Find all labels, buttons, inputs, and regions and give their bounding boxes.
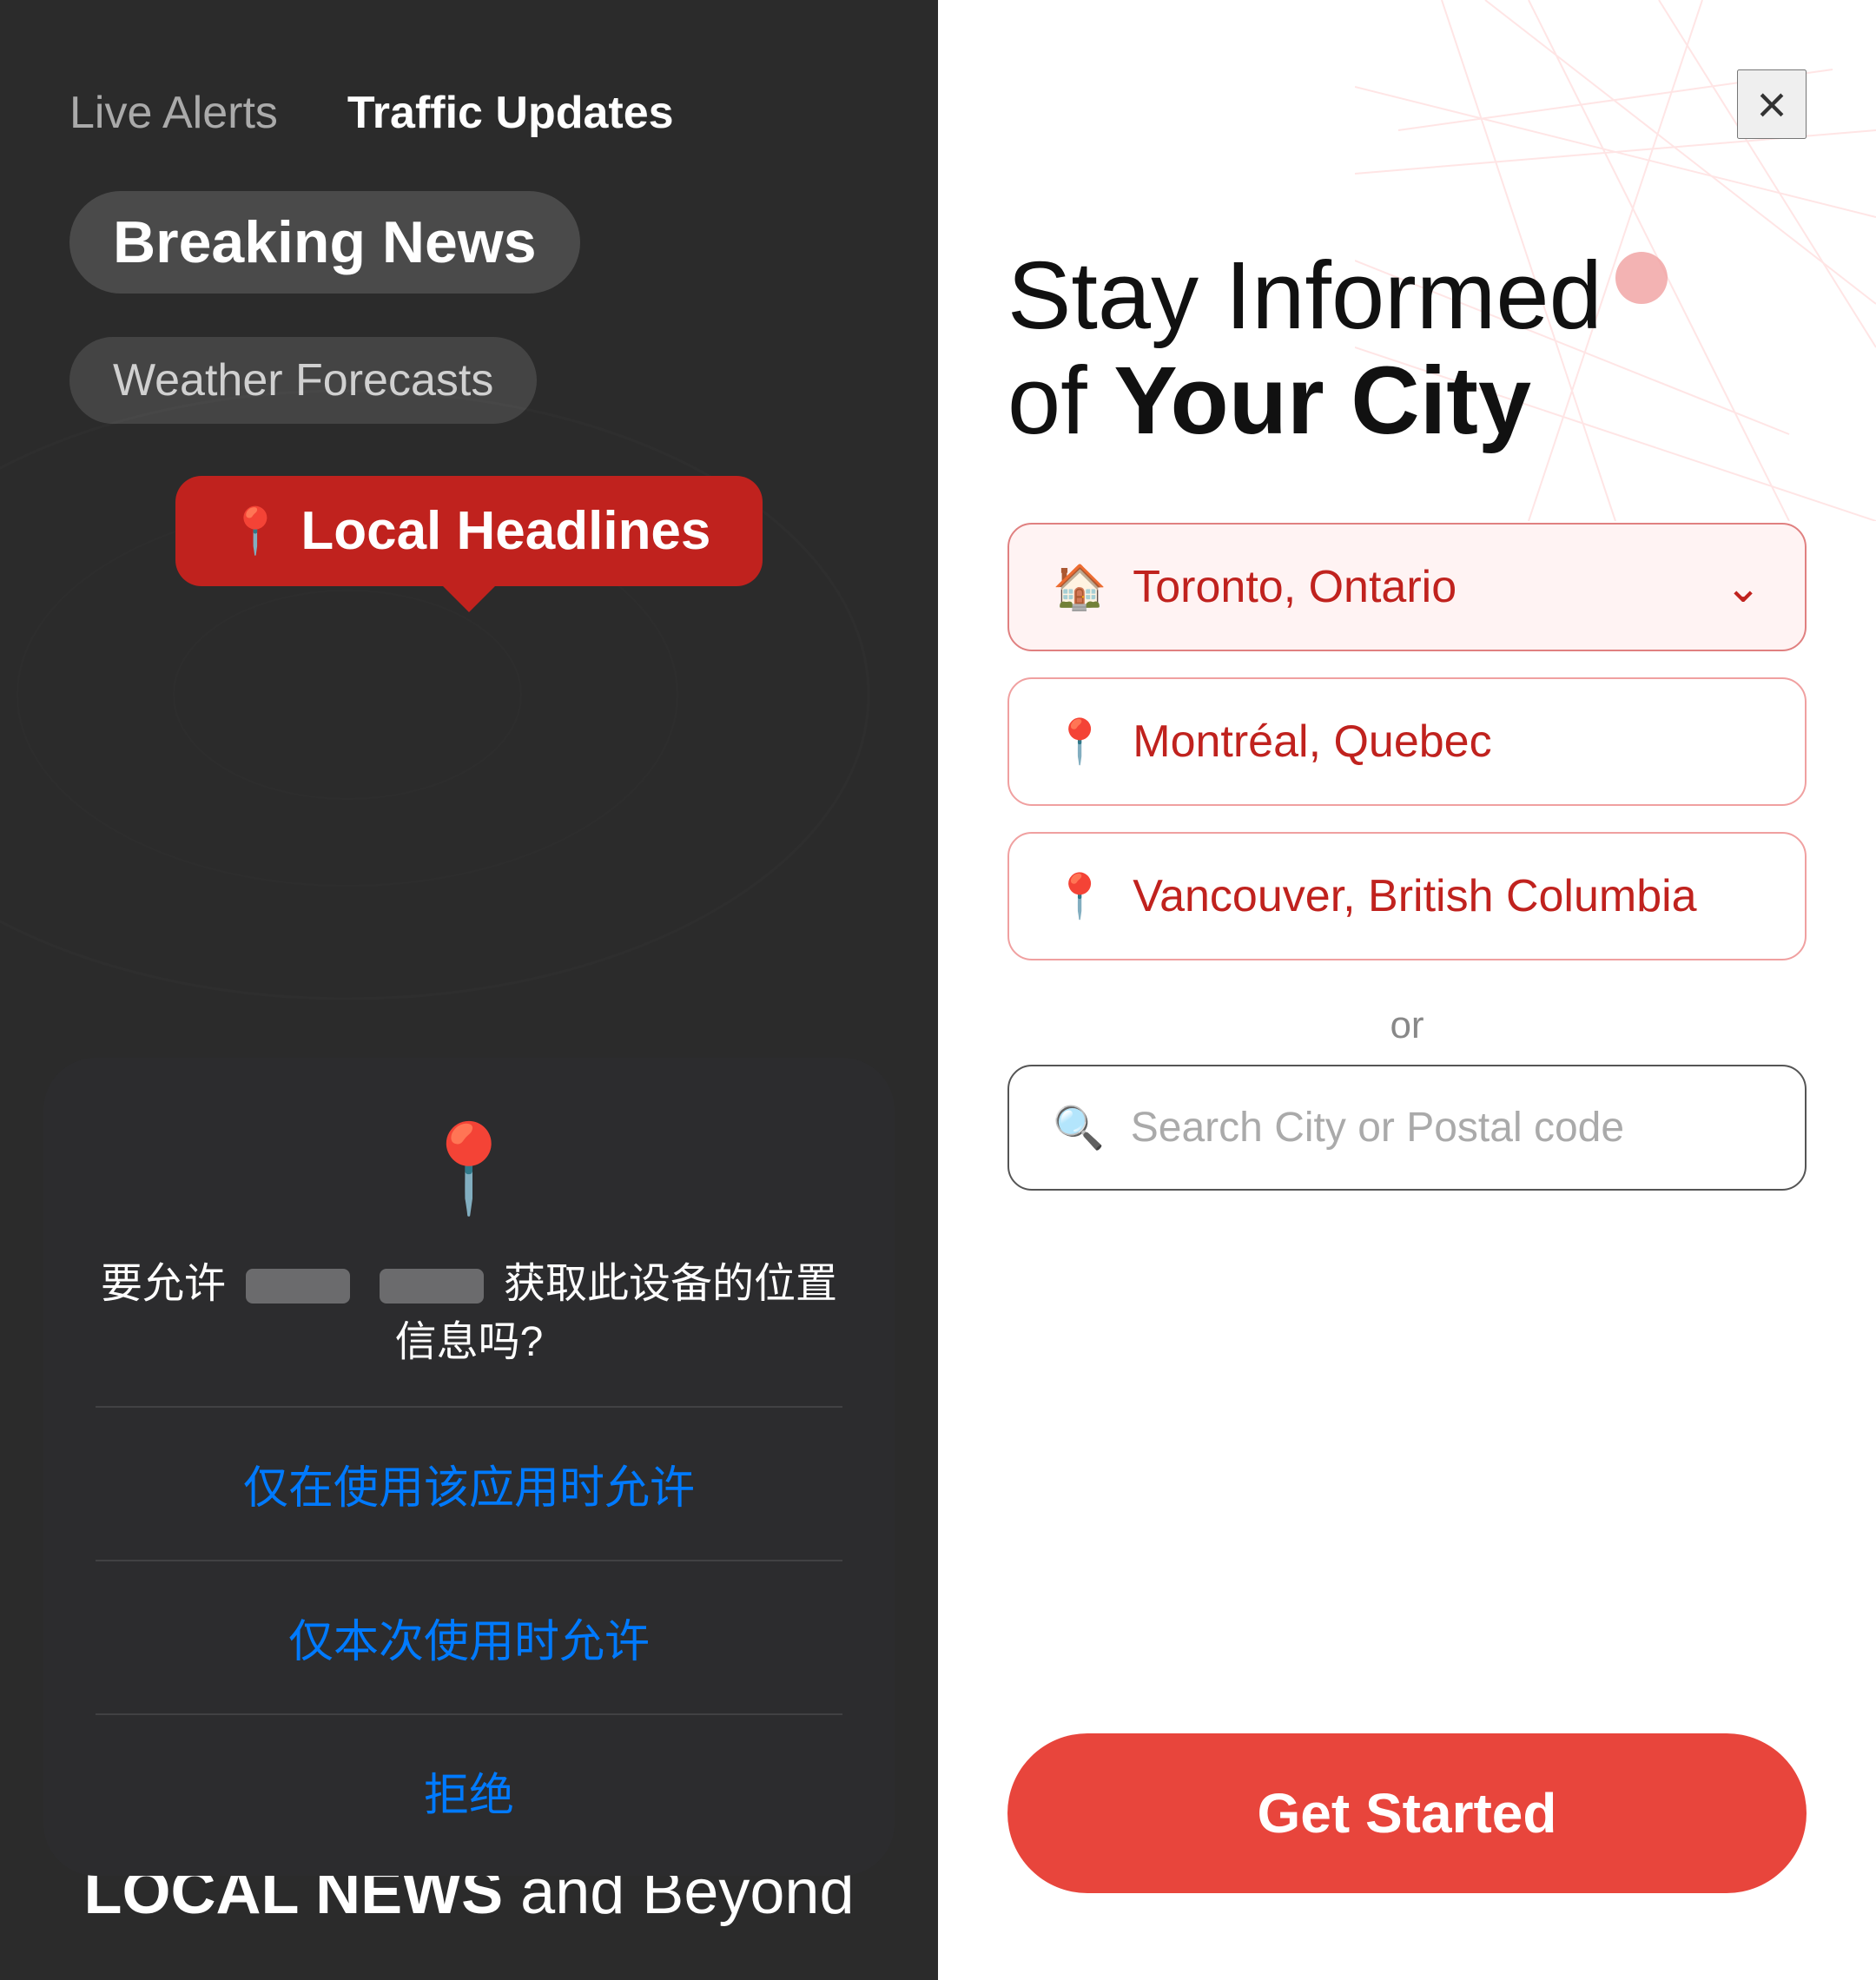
- pin-icon-montreal: 📍: [1053, 716, 1106, 768]
- dialog-question: 要允许 获取此设备的位置信息吗?: [96, 1255, 842, 1371]
- app-name-redacted-2: [380, 1269, 484, 1304]
- search-placeholder: Search City or Postal code: [1131, 1104, 1624, 1152]
- hero-title-bold: Your City: [1113, 347, 1531, 454]
- dialog-btn-deny[interactable]: 拒绝: [424, 1750, 514, 1832]
- dialog-divider-1: [96, 1406, 842, 1408]
- dialog-btn-allow-once[interactable]: 仅本次使用时允许: [288, 1596, 650, 1679]
- hero-title-of: of: [1007, 347, 1113, 454]
- app-name-redacted: [246, 1269, 350, 1304]
- search-icon: 🔍: [1053, 1103, 1105, 1152]
- hero-title-line2: of Your City: [1007, 348, 1807, 453]
- city-option-montreal[interactable]: 📍 Montréal, Quebec: [1007, 677, 1807, 806]
- city-name-toronto: Toronto, Ontario: [1133, 561, 1699, 613]
- location-permission-dialog: 📍 要允许 获取此设备的位置信息吗? 仅在使用该应用时允许 仅本次使用时允许 拒…: [43, 1058, 895, 1876]
- get-started-button[interactable]: Get Started: [1007, 1733, 1807, 1893]
- nav-tab-live-alerts[interactable]: Live Alerts: [69, 87, 278, 139]
- local-headlines-wrap: 📍 Local Headlines: [0, 476, 938, 621]
- right-panel: × Stay Informed of Your City 🏠 Toronto, …: [938, 0, 1876, 1980]
- location-pin-blue-icon: 📍: [415, 1119, 524, 1220]
- or-divider: or: [1007, 1004, 1807, 1047]
- close-button[interactable]: ×: [1737, 69, 1807, 139]
- dialog-divider-3: [96, 1713, 842, 1715]
- city-option-vancouver[interactable]: 📍 Vancouver, British Columbia: [1007, 832, 1807, 960]
- home-icon: 🏠: [1053, 562, 1106, 613]
- weather-forecasts-pill[interactable]: Weather Forecasts: [69, 337, 537, 424]
- city-name-vancouver: Vancouver, British Columbia: [1133, 870, 1761, 922]
- nav-tab-traffic[interactable]: Traffic Updates: [347, 87, 674, 139]
- right-panel-content: × Stay Informed of Your City 🏠 Toronto, …: [1007, 69, 1807, 1893]
- search-input-wrap[interactable]: 🔍 Search City or Postal code: [1007, 1065, 1807, 1191]
- dialog-divider-2: [96, 1560, 842, 1561]
- city-option-toronto[interactable]: 🏠 Toronto, Ontario ⌄: [1007, 523, 1807, 651]
- dialog-btn-allow-while-using[interactable]: 仅在使用该应用时允许: [243, 1442, 695, 1525]
- local-headlines-pin-icon: 📍: [228, 505, 284, 558]
- hero-title-line1: Stay Informed: [1007, 243, 1807, 348]
- left-panel: Live Alerts Traffic Updates Breaking New…: [0, 0, 938, 1980]
- heading-row: Breaking News Weather Forecasts: [0, 191, 938, 476]
- local-headlines-badge[interactable]: 📍 Local Headlines: [175, 476, 763, 586]
- breaking-news-pill[interactable]: Breaking News: [69, 191, 580, 294]
- local-headlines-label: Local Headlines: [301, 500, 710, 562]
- city-name-montreal: Montréal, Quebec: [1133, 716, 1761, 768]
- pin-icon-vancouver: 📍: [1053, 871, 1106, 922]
- chevron-down-icon: ⌄: [1725, 562, 1761, 612]
- nav-tabs: Live Alerts Traffic Updates: [0, 0, 938, 191]
- hero-section: Stay Informed of Your City: [1007, 243, 1807, 453]
